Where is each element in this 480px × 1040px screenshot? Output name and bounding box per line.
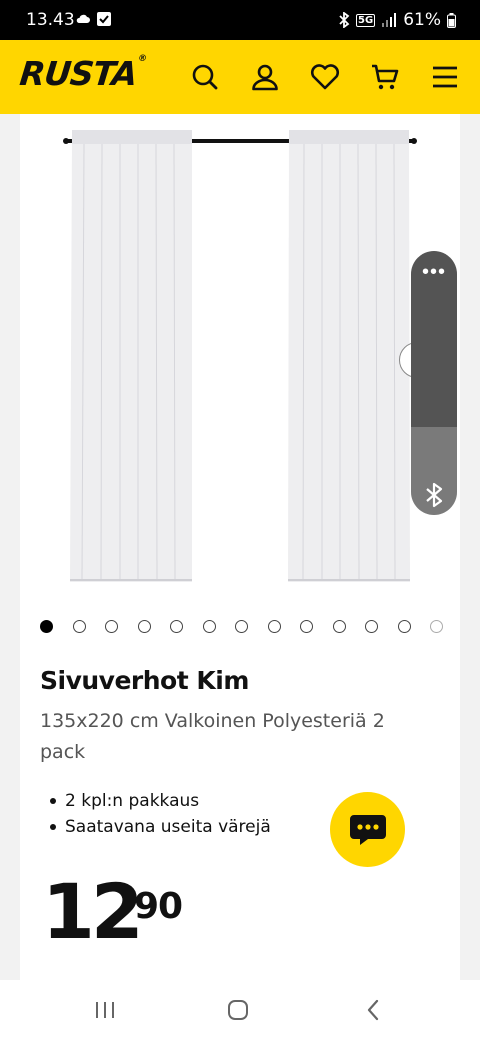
gallery-dot[interactable] <box>365 620 378 633</box>
product-subtitle: 135x220 cm Valkoinen Polyesteriä 2 pack <box>40 710 385 763</box>
gallery-dot[interactable] <box>267 620 281 633</box>
status-bar: 13.43 5G 61% <box>0 0 480 40</box>
gallery-dot[interactable] <box>430 620 443 633</box>
gallery-dot[interactable] <box>105 620 118 633</box>
more-icon[interactable]: ••• <box>411 261 457 284</box>
floating-side-panel[interactable]: ••• <box>411 251 457 515</box>
product-price: 12 90 <box>42 874 183 950</box>
home-icon[interactable] <box>223 998 253 1022</box>
search-icon[interactable] <box>186 58 224 96</box>
gallery-dot[interactable] <box>235 620 248 633</box>
bluetooth-icon[interactable] <box>422 481 446 509</box>
menu-icon[interactable] <box>426 58 464 96</box>
gallery-dot[interactable] <box>170 620 183 633</box>
gallery-dot[interactable] <box>202 620 216 633</box>
battery-percentage: 61% <box>403 10 441 30</box>
price-decimals: 90 <box>134 886 183 927</box>
chat-button[interactable] <box>330 792 405 867</box>
gallery-dot[interactable] <box>137 620 151 633</box>
product-title: Sivuverhot Kim <box>40 666 249 695</box>
back-icon[interactable] <box>358 998 388 1022</box>
heart-icon[interactable] <box>306 58 344 96</box>
user-icon[interactable] <box>246 58 284 96</box>
signal-icon <box>382 13 397 27</box>
bluetooth-icon <box>339 12 350 28</box>
gallery-pagination <box>40 620 460 636</box>
price-integer: 12 <box>42 867 144 956</box>
check-box-icon <box>97 12 111 26</box>
system-nav-bar <box>0 980 480 1040</box>
battery-icon <box>447 12 456 28</box>
gallery-dot[interactable] <box>332 620 346 633</box>
gallery-dot[interactable] <box>72 620 86 633</box>
site-header: RUSTA® <box>0 40 480 114</box>
gallery-dot[interactable] <box>300 620 313 633</box>
cloud-icon <box>76 14 90 23</box>
gallery-dot[interactable] <box>40 620 53 633</box>
cart-icon[interactable] <box>366 58 404 96</box>
rusta-logo[interactable]: RUSTA® <box>18 54 147 93</box>
network-type: 5G <box>356 13 376 27</box>
feature-item: 2 kpl:n pakkaus <box>50 788 271 814</box>
status-time: 13.43 <box>26 10 75 30</box>
curtain-pair-image[interactable] <box>20 114 460 594</box>
recent-apps-icon[interactable] <box>90 998 120 1022</box>
gallery-dot[interactable] <box>397 620 411 633</box>
feature-item: Saatavana useita värejä <box>50 814 271 840</box>
feature-list: 2 kpl:n pakkaus Saatavana useita värejä <box>50 788 271 840</box>
chat-icon <box>349 814 386 845</box>
